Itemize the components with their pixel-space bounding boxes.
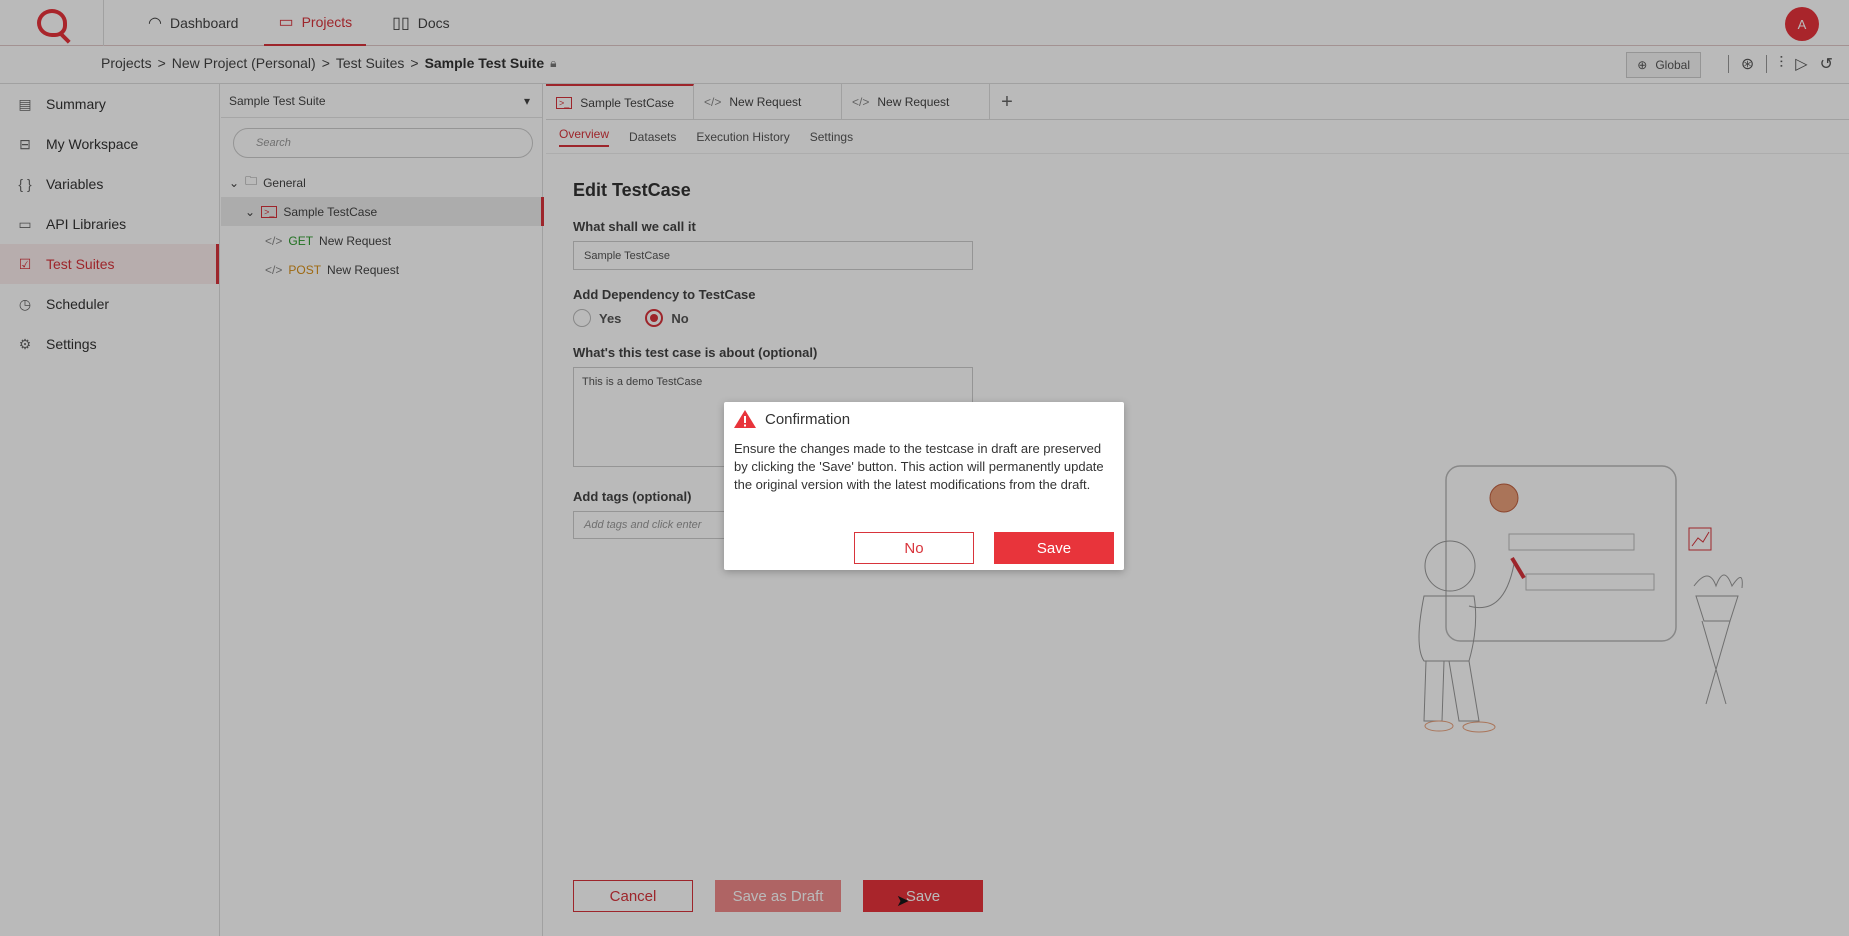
- dialog-no-button[interactable]: No: [854, 532, 974, 564]
- dialog-actions: No Save: [854, 532, 1114, 564]
- mouse-cursor-icon: ➤: [896, 893, 910, 910]
- confirmation-dialog: Confirmation Ensure the changes made to …: [724, 402, 1124, 570]
- dialog-save-button[interactable]: Save: [994, 532, 1114, 564]
- dialog-title: Confirmation: [765, 410, 851, 428]
- dialog-message: Ensure the changes made to the testcase …: [734, 441, 1104, 492]
- dialog-header: Confirmation: [724, 402, 1124, 436]
- warning-icon: [734, 410, 756, 428]
